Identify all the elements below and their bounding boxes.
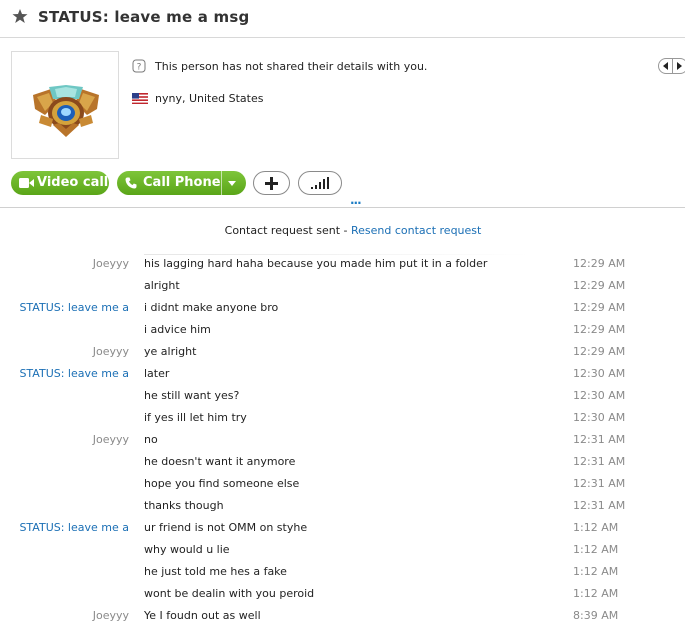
message-list: Joeyyy his lagging hard haha because you …	[0, 252, 685, 626]
message-text: if yes ill let him try	[144, 411, 247, 424]
message-timestamp: 12:30 AM	[573, 411, 626, 424]
message-row[interactable]: if yes ill let him try 12:30 AM	[0, 406, 685, 428]
message-timestamp: 12:31 AM	[573, 499, 626, 512]
svg-text:?: ?	[137, 63, 142, 73]
message-timestamp: 12:29 AM	[573, 345, 626, 358]
message-text: ye alright	[144, 345, 197, 358]
message-timestamp: 1:12 AM	[573, 521, 619, 534]
location-text: nyny, United States	[155, 92, 264, 105]
plus-icon	[265, 177, 278, 190]
conversation-header: STATUS: leave me a msg	[0, 0, 685, 38]
button-split-divider	[221, 171, 222, 195]
message-sender: Joeyyy	[92, 345, 129, 358]
message-text: hope you find someone else	[144, 477, 300, 490]
call-phone-button[interactable]: Call Phone	[117, 171, 246, 195]
message-text: he doesn't want it anymore	[144, 455, 296, 468]
message-text: why would u lie	[144, 543, 230, 556]
message-timestamp: 1:12 AM	[573, 565, 619, 578]
message-row[interactable]: Joeyyy his lagging hard haha because you …	[0, 252, 685, 274]
message-text: his lagging hard haha because you made h…	[144, 257, 488, 270]
avatar[interactable]	[11, 51, 119, 159]
message-timestamp: 1:12 AM	[573, 543, 619, 556]
message-timestamp: 8:39 AM	[573, 609, 619, 622]
message-row[interactable]: STATUS: leave me a ur friend is not OMM o…	[0, 516, 685, 538]
video-call-button[interactable]: Video call	[11, 171, 109, 195]
message-text: later	[144, 367, 170, 380]
message-row[interactable]: Joeyyy Ye I foudn out as well 8:39 AM	[0, 604, 685, 626]
call-phone-label: Call Phone	[143, 175, 221, 190]
contact-name-title: STATUS: leave me a msg	[38, 8, 250, 26]
profile-divider	[0, 207, 685, 208]
question-bubble-icon: ?	[132, 59, 146, 73]
call-quality-button[interactable]	[298, 171, 342, 195]
message-text: i advice him	[144, 323, 211, 336]
message-row[interactable]: he doesn't want it anymore 12:31 AM	[0, 450, 685, 472]
video-call-label: Video call	[37, 175, 109, 190]
message-row[interactable]: thanks though 12:31 AM	[0, 494, 685, 516]
message-text: Ye I foudn out as well	[144, 609, 261, 622]
message-row[interactable]: STATUS: leave me a later 12:30 AM	[0, 362, 685, 384]
message-timestamp: 12:31 AM	[573, 477, 626, 490]
message-text: alright	[144, 279, 180, 292]
more-ellipsis-icon[interactable]: ···	[350, 196, 362, 210]
avatar-emblem-image	[33, 85, 99, 137]
message-row[interactable]: he just told me hes a fake 1:12 AM	[0, 560, 685, 582]
previous-arrow-icon[interactable]	[663, 62, 668, 70]
message-row[interactable]: Joeyyy no 12:31 AM	[0, 428, 685, 450]
phone-icon	[125, 177, 137, 189]
contact-request-notice: Contact request sent - Resend contact re…	[0, 224, 685, 237]
message-timestamp: 12:29 AM	[573, 323, 626, 336]
message-timestamp: 12:30 AM	[573, 389, 626, 402]
message-sender: STATUS: leave me a	[19, 521, 129, 534]
video-camera-icon	[19, 178, 34, 188]
message-sender: Joeyyy	[92, 609, 129, 622]
message-row[interactable]: STATUS: leave me a i didnt make anyone br…	[0, 296, 685, 318]
profile-pager[interactable]	[658, 58, 685, 74]
message-text: i didnt make anyone bro	[144, 301, 279, 314]
message-timestamp: 1:12 AM	[573, 587, 619, 600]
message-text: no	[144, 433, 158, 446]
message-row[interactable]: hope you find someone else 12:31 AM	[0, 472, 685, 494]
message-timestamp: 12:31 AM	[573, 433, 626, 446]
message-timestamp: 12:29 AM	[573, 257, 626, 270]
message-sender: Joeyyy	[92, 257, 129, 270]
message-row[interactable]: alright 12:29 AM	[0, 274, 685, 296]
message-row[interactable]: i advice him 12:29 AM	[0, 318, 685, 340]
message-text: he still want yes?	[144, 389, 240, 402]
message-text: wont be dealin with you peroid	[144, 587, 315, 600]
message-timestamp: 12:30 AM	[573, 367, 626, 380]
message-timestamp: 12:31 AM	[573, 455, 626, 468]
pager-divider	[672, 59, 673, 73]
star-icon[interactable]	[12, 8, 28, 24]
message-sender: STATUS: leave me a	[19, 301, 129, 314]
message-timestamp: 12:29 AM	[573, 279, 626, 292]
message-text: he just told me hes a fake	[144, 565, 287, 578]
details-not-shared-text: This person has not shared their details…	[155, 60, 428, 73]
next-arrow-icon[interactable]	[677, 62, 682, 70]
message-text: ur friend is not OMM on styhe	[144, 521, 308, 534]
message-row[interactable]: wont be dealin with you peroid 1:12 AM	[0, 582, 685, 604]
add-to-call-button[interactable]	[253, 171, 290, 195]
chevron-down-icon[interactable]	[228, 181, 236, 186]
message-text: thanks though	[144, 499, 224, 512]
request-sent-text: Contact request sent -	[224, 224, 351, 237]
message-row[interactable]: he still want yes? 12:30 AM	[0, 384, 685, 406]
message-sender: Joeyyy	[92, 433, 129, 446]
message-row[interactable]: why would u lie 1:12 AM	[0, 538, 685, 560]
message-row[interactable]: Joeyyy ye alright 12:29 AM	[0, 340, 685, 362]
us-flag-icon	[132, 93, 148, 104]
message-sender: STATUS: leave me a	[19, 367, 129, 380]
message-timestamp: 12:29 AM	[573, 301, 626, 314]
signal-bars-icon	[311, 177, 329, 189]
resend-contact-request-link[interactable]: Resend contact request	[351, 224, 481, 237]
